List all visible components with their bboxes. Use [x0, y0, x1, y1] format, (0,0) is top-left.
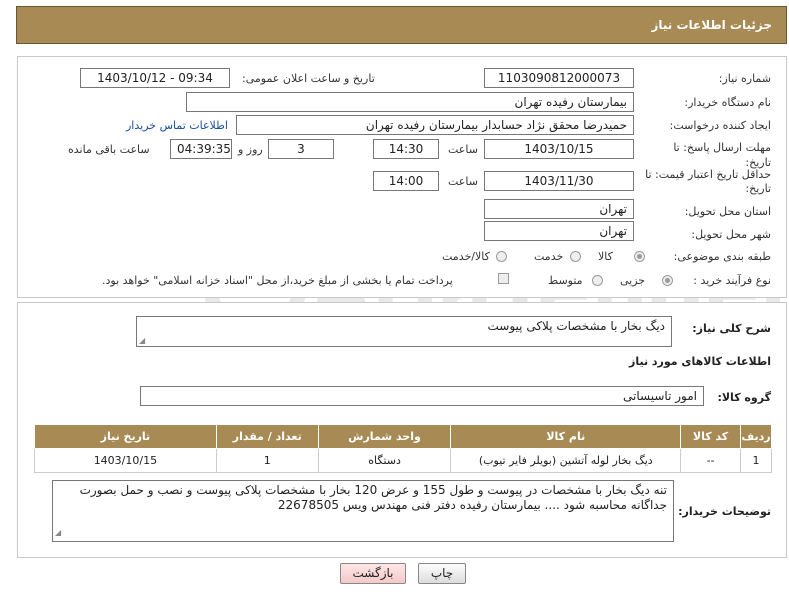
category-option-goods-service: کالا/خدمت — [442, 250, 490, 263]
need-number-field: 1103090812000073 — [484, 68, 634, 88]
col-header-unit: واحد شمارش — [317, 424, 452, 449]
cell-row-number: 1 — [740, 448, 772, 473]
price-time-label: ساعت — [448, 175, 478, 188]
resize-grip-icon: ◢ — [139, 336, 146, 345]
city-field: تهران — [484, 221, 634, 241]
remaining-time-field: 04:39:35 — [170, 139, 232, 159]
province-field: تهران — [484, 199, 634, 219]
buyer-notes-label: توضیحات خریدار: — [678, 505, 771, 518]
reply-time-label: ساعت — [448, 143, 478, 156]
category-radio-goods-service[interactable] — [496, 251, 507, 262]
remaining-label: ساعت باقی مانده — [68, 143, 150, 156]
buyer-contact-link[interactable]: اطلاعات تماس خریدار — [126, 119, 228, 132]
process-label: نوع فرآیند خرید : — [693, 274, 771, 287]
creator-field: حمیدرضا محقق نژاد حسابدار بیمارستان رفید… — [236, 115, 634, 135]
reply-date-field: 1403/10/15 — [484, 139, 634, 159]
reply-time-field: 14:30 — [373, 139, 439, 159]
process-option-medium: متوسط — [548, 274, 583, 287]
price-time-field: 14:00 — [373, 171, 439, 191]
announce-field: 1403/10/12 - 09:34 — [80, 68, 230, 88]
process-option-minor: جزیی — [620, 274, 646, 287]
cell-unit: دستگاه — [317, 448, 452, 473]
category-radio-goods[interactable] — [634, 251, 645, 262]
reply-deadline-label: مهلت ارسال پاسخ: تا — [673, 141, 771, 154]
goods-group-field: امور تاسیساتی — [140, 386, 704, 406]
need-number-label: شماره نیاز: — [718, 72, 771, 85]
back-button[interactable]: بازگشت — [340, 563, 406, 584]
description-label: شرح کلی نیاز: — [692, 322, 771, 335]
table-header-row: ردیف کد کالا نام کالا واحد شمارش تعداد /… — [34, 424, 772, 449]
price-validity-date-label: تاریخ: — [745, 182, 771, 195]
city-label: شهر محل تحویل: — [691, 228, 771, 241]
price-validity-label: حداقل تاریخ اعتبار قیمت: تا — [645, 168, 771, 181]
days-label: روز و — [238, 143, 263, 156]
description-text: دیگ بخار با مشخصات پلاکی پیوست — [487, 319, 665, 333]
resize-grip-icon: ◢ — [55, 528, 62, 537]
col-header-quantity: تعداد / مقدار — [215, 424, 319, 449]
page-title: جزئیات اطلاعات نیاز — [651, 18, 772, 32]
announce-label: تاریخ و ساعت اعلان عمومی: — [242, 72, 375, 85]
cell-need-date: 1403/10/15 — [34, 448, 217, 473]
print-button[interactable]: چاپ — [418, 563, 466, 584]
cell-item-name: دیگ بخار لوله آتشین (بویلر فایر تیوب) — [450, 448, 682, 473]
category-label: طبقه بندی موضوعی: — [673, 250, 771, 263]
buyer-org-field: بیمارستان رفیده تهران — [186, 92, 634, 112]
process-radio-medium[interactable] — [592, 275, 603, 286]
treasury-payment-checkbox[interactable] — [498, 273, 509, 284]
col-header-item-name: نام کالا — [450, 424, 682, 449]
province-label: استان محل تحویل: — [684, 205, 771, 218]
goods-table: ردیف کد کالا نام کالا واحد شمارش تعداد /… — [34, 424, 772, 473]
page-header: جزئیات اطلاعات نیاز — [16, 6, 787, 44]
days-field: 3 — [268, 139, 334, 159]
col-header-need-date: تاریخ نیاز — [34, 424, 217, 449]
goods-group-label: گروه کالا: — [717, 391, 771, 404]
buyer-org-label: نام دستگاه خریدار: — [684, 96, 771, 109]
category-option-goods: کالا — [598, 250, 613, 263]
category-option-service: خدمت — [534, 250, 564, 263]
process-radio-minor[interactable] — [662, 275, 673, 286]
creator-label: ایجاد کننده درخواست: — [669, 119, 771, 132]
goods-info-title: اطلاعات کالاهای مورد نیاز — [629, 355, 771, 368]
buyer-notes-field: تنه دیگ بخار با مشخصات در پیوست و طول 15… — [52, 480, 674, 542]
cell-quantity: 1 — [215, 448, 319, 473]
treasury-payment-note: پرداخت تمام یا بخشی از مبلغ خرید،از محل … — [102, 274, 453, 287]
description-field: دیگ بخار با مشخصات پلاکی پیوست ◢ — [136, 316, 672, 347]
buyer-notes-text: تنه دیگ بخار با مشخصات در پیوست و طول 15… — [79, 483, 667, 512]
cell-item-code: -- — [680, 448, 742, 473]
col-header-item-code: کد کالا — [680, 424, 742, 449]
category-radio-service[interactable] — [570, 251, 581, 262]
price-date-field: 1403/11/30 — [484, 171, 634, 191]
table-row: 1 -- دیگ بخار لوله آتشین (بویلر فایر تیو… — [34, 448, 772, 473]
col-header-row-number: ردیف — [740, 424, 772, 449]
